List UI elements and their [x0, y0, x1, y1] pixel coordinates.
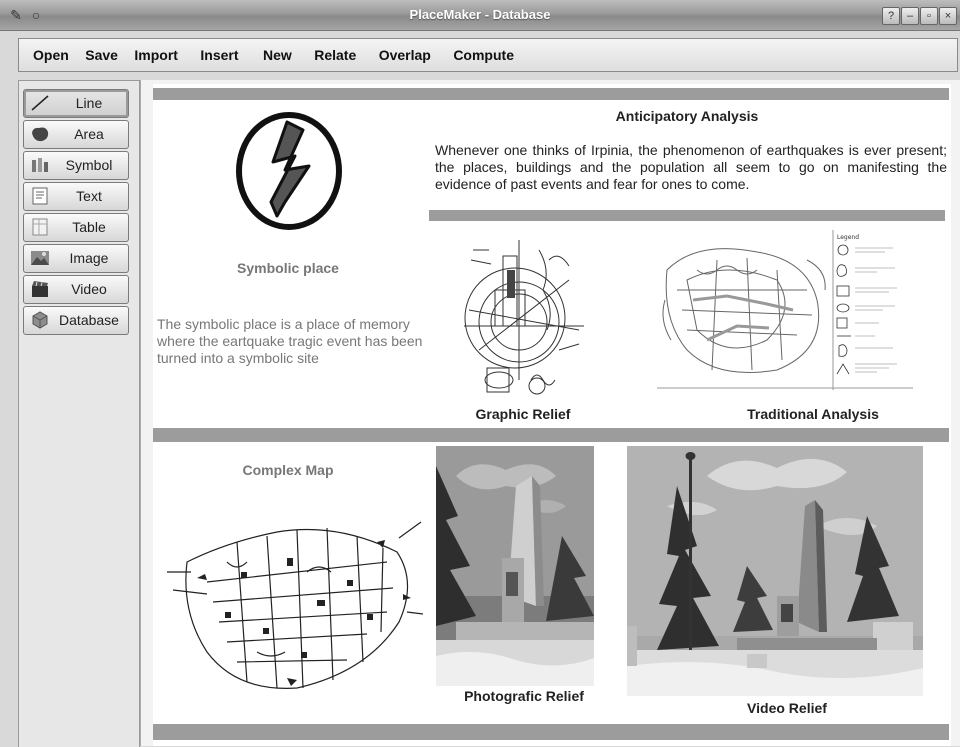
- menu-import[interactable]: Import: [128, 39, 184, 71]
- menu-save[interactable]: Save: [79, 39, 124, 71]
- close-button[interactable]: ×: [939, 7, 957, 25]
- earthquake-symbol-logo[interactable]: [229, 106, 349, 236]
- traditional-analysis-caption: Traditional Analysis: [747, 406, 879, 422]
- window-title: PlaceMaker - Database: [409, 7, 551, 22]
- layout-sheet: Symbolic place The symbolic place is a p…: [153, 84, 951, 746]
- tool-label: Area: [74, 126, 104, 142]
- photografic-relief-caption: Photografic Relief: [464, 688, 584, 704]
- separator-band: [153, 88, 949, 100]
- complex-map-drawing[interactable]: [167, 502, 423, 698]
- minimize-button[interactable]: –: [901, 7, 919, 25]
- menu-bar: Open Save Import Insert New Relate Overl…: [18, 38, 958, 72]
- table-icon: [32, 218, 48, 236]
- traditional-analysis-map[interactable]: Legend: [657, 230, 913, 390]
- line-icon: [31, 95, 49, 111]
- tool-database-button[interactable]: Database: [23, 306, 129, 335]
- help-button[interactable]: ?: [882, 7, 900, 25]
- tool-text-button[interactable]: Text: [23, 182, 129, 211]
- video-icon: [32, 281, 48, 297]
- menu-new[interactable]: New: [257, 39, 298, 71]
- symbol-icon: [32, 158, 48, 172]
- tool-video-button[interactable]: Video: [23, 275, 129, 304]
- separator-band: [153, 724, 949, 740]
- menu-insert[interactable]: Insert: [194, 39, 244, 71]
- tool-label: Symbol: [65, 157, 113, 173]
- anticipatory-analysis-title: Anticipatory Analysis: [615, 108, 759, 124]
- tool-line-button[interactable]: Line: [23, 89, 129, 118]
- graphic-relief-sketch[interactable]: [459, 230, 587, 404]
- tool-label: Line: [75, 95, 103, 111]
- separator-band: [429, 210, 945, 221]
- photografic-relief-photo[interactable]: [436, 446, 594, 686]
- tool-symbol-button[interactable]: Symbol: [23, 151, 129, 180]
- image-icon: [31, 251, 49, 265]
- tool-label: Table: [72, 219, 106, 235]
- symbolic-place-title: Symbolic place: [237, 260, 339, 276]
- database-icon: [32, 311, 48, 329]
- tool-label: Database: [59, 312, 119, 328]
- tool-image-button[interactable]: Image: [23, 244, 129, 273]
- menu-compute[interactable]: Compute: [447, 39, 520, 71]
- symbolic-place-description: The symbolic place is a place of memory …: [157, 316, 423, 366]
- tool-label: Image: [69, 250, 109, 266]
- legend-title: Legend: [837, 234, 859, 241]
- menu-relate[interactable]: Relate: [308, 39, 362, 71]
- maximize-button[interactable]: ▫: [920, 7, 938, 25]
- menu-open[interactable]: Open: [27, 39, 75, 71]
- video-relief-caption: Video Relief: [747, 700, 827, 716]
- menu-overlap[interactable]: Overlap: [373, 39, 437, 71]
- text-icon: [32, 187, 48, 205]
- video-relief-frame[interactable]: [627, 446, 923, 696]
- complex-map-title: Complex Map: [242, 462, 334, 478]
- area-icon: [32, 127, 49, 142]
- tool-area-button[interactable]: Area: [23, 120, 129, 149]
- document-canvas[interactable]: Symbolic place The symbolic place is a p…: [140, 80, 960, 746]
- tool-label: Video: [71, 281, 107, 297]
- tool-panel: Line Area Symbol Text Table Image Video …: [18, 80, 140, 747]
- tool-label: Text: [76, 188, 102, 204]
- tool-table-button[interactable]: Table: [23, 213, 129, 242]
- title-bar: ✎ ○ PlaceMaker - Database ? – ▫ ×: [0, 0, 960, 31]
- anticipatory-analysis-text: Whenever one thinks of Irpinia, the phen…: [435, 142, 947, 192]
- separator-band: [153, 428, 949, 442]
- graphic-relief-caption: Graphic Relief: [475, 406, 571, 422]
